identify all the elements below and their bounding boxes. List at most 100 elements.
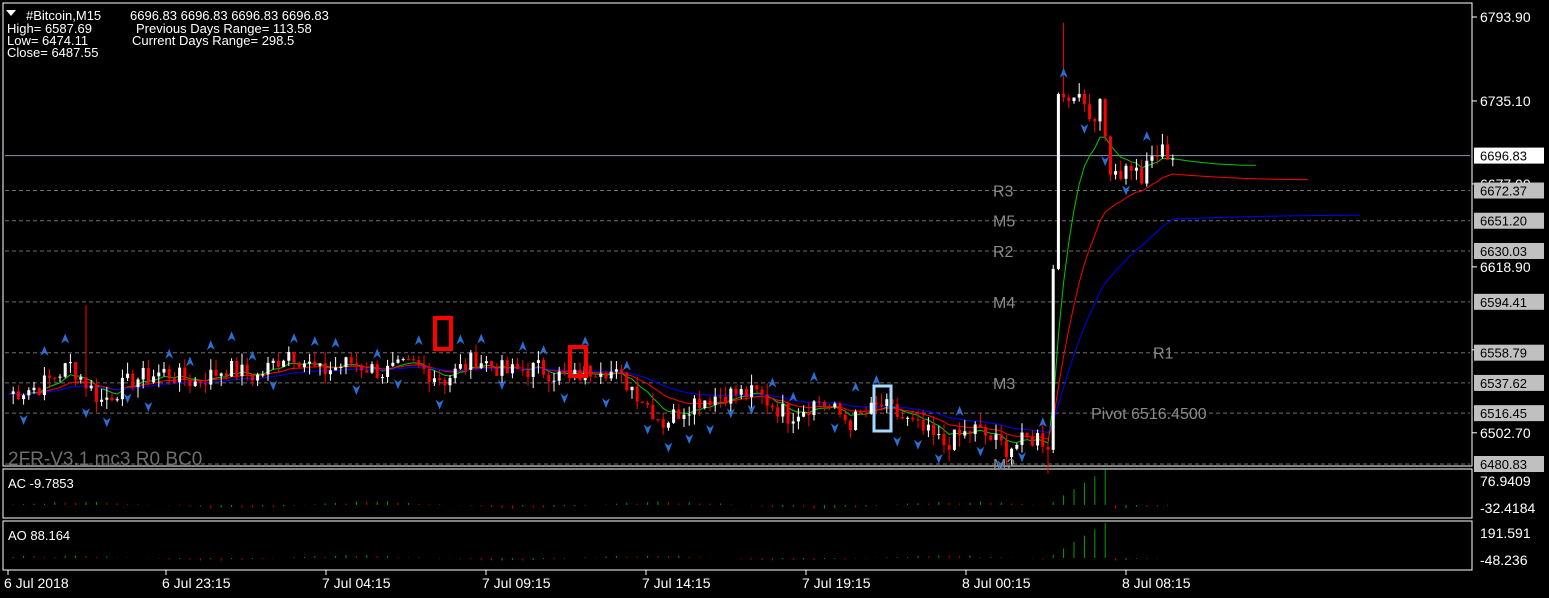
candle-body — [412, 359, 416, 361]
candle-body — [490, 361, 494, 367]
arrow-down-icon — [102, 417, 111, 428]
candle-body — [172, 378, 176, 383]
candle-body — [630, 386, 634, 391]
candle-body — [16, 391, 20, 400]
candle-body — [1010, 448, 1014, 458]
candle-body — [838, 403, 842, 415]
candle-body — [292, 351, 296, 363]
candle-body — [661, 419, 665, 428]
candle-body — [791, 421, 795, 424]
candle-body — [204, 383, 208, 385]
candle-body — [698, 398, 702, 409]
candle-body — [1145, 160, 1149, 184]
candle-body — [1062, 93, 1066, 98]
x-tick-label: 7 Jul 09:15 — [482, 575, 551, 591]
candle-body — [282, 360, 286, 367]
candle-body — [157, 372, 161, 377]
candle-body — [58, 376, 62, 378]
candle-body — [1046, 446, 1050, 450]
candle-body — [911, 417, 915, 420]
arrow-up-icon — [581, 336, 590, 347]
arrow-up-icon — [61, 333, 70, 344]
arrow-down-icon — [1101, 156, 1110, 167]
level-tag-text: 6480.83 — [1480, 457, 1527, 472]
candle-body — [360, 365, 364, 371]
candle-body — [666, 422, 670, 428]
candle-body — [682, 414, 686, 419]
arrow-down-icon — [1080, 123, 1089, 134]
candle-body — [474, 352, 478, 368]
arrow-down-icon — [1018, 452, 1026, 463]
arrow-up-icon — [456, 334, 465, 345]
candle-body — [42, 375, 46, 396]
candle-body — [1025, 432, 1029, 438]
candle-body — [1015, 444, 1019, 449]
watermark: 2FR-V3.1 mc3 R0 BC0 — [8, 449, 202, 470]
candle-body — [453, 368, 457, 379]
candle-body — [770, 405, 774, 408]
candle-body — [458, 364, 462, 369]
candle-body — [833, 403, 837, 408]
candle-body — [926, 424, 930, 431]
candle-body — [588, 365, 592, 377]
trading-chart[interactable]: R3 M5 R2 M4 R1 M3 Pivot 6516.4500 M2 6793.90 673… — [0, 0, 1549, 598]
arrow-down-icon — [123, 393, 132, 404]
candle-body — [999, 434, 1003, 441]
candle-body — [313, 361, 317, 366]
arrow-up-icon — [955, 405, 964, 416]
candle-body — [609, 371, 613, 379]
candle-body — [521, 369, 525, 371]
arrow-up-icon — [310, 336, 319, 347]
candle-body — [167, 368, 171, 379]
candle-body — [276, 360, 280, 367]
candle-body — [531, 362, 535, 378]
candle-body — [68, 362, 72, 364]
candle-body — [765, 394, 769, 406]
candle-body — [973, 424, 977, 435]
candle-body — [178, 367, 182, 383]
chart-header: #Bitcoin,M15 6696.83 6696.83 6696.83 669… — [6, 8, 329, 60]
candle-body — [729, 388, 733, 404]
candle-body — [900, 416, 904, 419]
x-tick-label: 8 Jul 08:15 — [1122, 575, 1191, 591]
candle-body — [224, 373, 228, 377]
pivot-name: M3 — [993, 376, 1015, 393]
y-tick-label: 6502.70 — [1480, 425, 1531, 441]
candle-body — [1067, 97, 1071, 102]
arrow-up-icon — [290, 333, 298, 344]
candle-body — [510, 364, 514, 374]
candle-body — [370, 364, 374, 373]
candle-body — [1004, 440, 1008, 458]
hist-tick-label: -48.236 — [1480, 552, 1528, 568]
level-tag-text: 6558.79 — [1480, 346, 1527, 361]
candle-body — [214, 369, 218, 376]
candle-body — [906, 417, 910, 419]
dropdown-triangle-icon[interactable] — [6, 10, 16, 16]
candle-body — [11, 391, 15, 394]
candle-body — [235, 361, 239, 377]
candle-body — [921, 420, 925, 431]
arrow-up-icon — [622, 360, 631, 371]
candle-body — [687, 414, 691, 416]
candle-body — [198, 381, 202, 384]
candle-body — [1108, 136, 1112, 175]
candle-body — [859, 411, 863, 414]
candle-body — [438, 378, 442, 380]
candle-body — [516, 364, 520, 370]
candle-body — [718, 396, 722, 398]
candle-body — [287, 351, 291, 361]
candle-body — [1171, 158, 1175, 160]
candle-body — [989, 435, 993, 440]
arrow-up-icon — [165, 348, 174, 359]
candle-body — [105, 397, 109, 400]
candle-body — [141, 368, 145, 380]
candle-body — [37, 387, 41, 396]
candle-body — [1129, 165, 1133, 171]
candle-body — [802, 411, 806, 417]
candle-body — [427, 368, 431, 382]
candle-body — [131, 373, 135, 388]
arrow-up-icon — [477, 333, 486, 344]
pivot-name: R2 — [993, 244, 1014, 261]
ma-slow-line — [7, 214, 1360, 434]
candle-body — [240, 364, 244, 377]
